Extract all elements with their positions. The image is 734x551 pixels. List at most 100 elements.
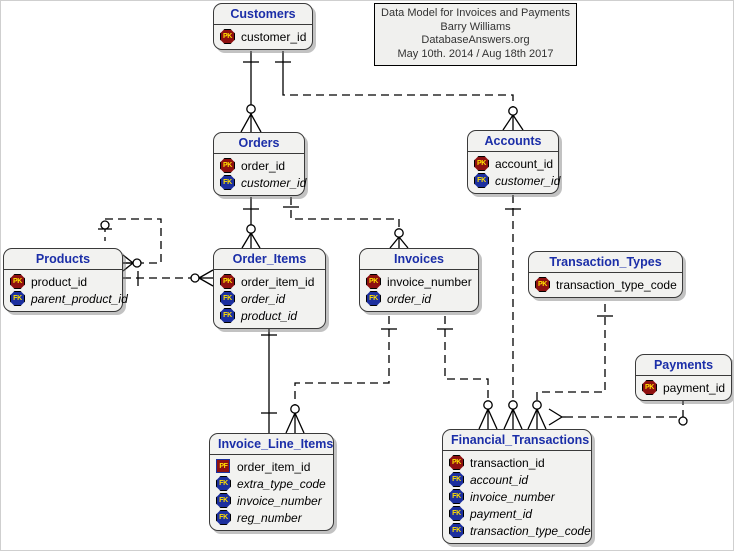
fk-key-icon: FK bbox=[474, 173, 489, 188]
fk-key-icon: FK bbox=[449, 523, 464, 538]
attribute-row[interactable]: FK extra_type_code bbox=[216, 475, 326, 492]
pf-key-icon: PF bbox=[216, 459, 231, 474]
rel-orders-invoices bbox=[283, 197, 409, 249]
attribute-row[interactable]: FK parent_product_id bbox=[10, 290, 128, 307]
entity-orders[interactable]: Orders PK order_id FK customer_id bbox=[213, 132, 306, 196]
attribute-name: reg_number bbox=[237, 510, 302, 525]
attribute-row[interactable]: PK transaction_id bbox=[449, 454, 584, 471]
attribute-row[interactable]: FK customer_id bbox=[220, 174, 306, 191]
fk-key-icon: FK bbox=[366, 291, 381, 306]
entity-customers[interactable]: Customers PK customer_id bbox=[213, 3, 313, 50]
fk-key-icon: FK bbox=[220, 175, 235, 190]
attribute-row[interactable]: PK invoice_number bbox=[366, 273, 472, 290]
attribute-name: product_id bbox=[241, 308, 298, 323]
rel-products-orderitems bbox=[123, 269, 214, 287]
entity-customers-attributes: PK customer_id bbox=[214, 25, 312, 49]
attribute-row[interactable]: FK product_id bbox=[220, 307, 318, 324]
attribute-row[interactable]: PK order_item_id bbox=[220, 273, 318, 290]
attribute-name: order_id bbox=[241, 158, 286, 173]
pk-key-icon: PK bbox=[449, 455, 464, 470]
attribute-row[interactable]: FK payment_id bbox=[449, 505, 584, 522]
entity-payments-title: Payments bbox=[636, 355, 731, 376]
attribute-name: order_id bbox=[387, 291, 432, 306]
attribute-name: extra_type_code bbox=[237, 476, 326, 491]
attribute-row[interactable]: FK order_id bbox=[366, 290, 471, 307]
entity-transaction-types-title: Transaction_Types bbox=[529, 252, 682, 273]
rel-invoices-invoicelineitems bbox=[285, 316, 397, 434]
fk-key-icon: FK bbox=[220, 291, 235, 306]
entity-transaction-types[interactable]: Transaction_Types PK transaction_type_co… bbox=[528, 251, 683, 298]
entity-orders-attributes: PK order_id FK customer_id bbox=[214, 154, 306, 195]
entity-customers-title: Customers bbox=[214, 4, 312, 25]
attribute-row[interactable]: FK account_id bbox=[449, 471, 584, 488]
entity-financial-transactions[interactable]: Financial_Transactions PK transaction_id… bbox=[442, 429, 592, 544]
entity-products-title: Products bbox=[4, 249, 122, 270]
attribute-row[interactable]: PK payment_id bbox=[642, 379, 726, 396]
rel-accounts-financialtransactions bbox=[503, 195, 523, 430]
fk-key-icon: FK bbox=[10, 291, 25, 306]
pk-key-icon: PK bbox=[220, 29, 235, 44]
attribute-row[interactable]: PK product_id bbox=[10, 273, 115, 290]
attribute-row[interactable]: FK transaction_type_code bbox=[449, 522, 591, 539]
rel-invoices-financialtransactions bbox=[437, 316, 498, 430]
title-line-source: DatabaseAnswers.org bbox=[421, 34, 530, 46]
attribute-row[interactable]: FK reg_number bbox=[216, 509, 326, 526]
entity-products[interactable]: Products PK product_id FK parent_product… bbox=[3, 248, 128, 312]
attribute-name: invoice_number bbox=[237, 493, 322, 508]
entity-order-items[interactable]: Order_Items PK order_item_id FK order_id… bbox=[213, 248, 326, 329]
entity-orders-title: Orders bbox=[214, 133, 304, 154]
attribute-row[interactable]: PK customer_id bbox=[220, 28, 306, 45]
attribute-row[interactable]: FK invoice_number bbox=[216, 492, 326, 509]
pk-key-icon: PK bbox=[535, 277, 550, 292]
entity-products-attributes: PK product_id FK parent_product_id bbox=[4, 270, 128, 311]
entity-order-items-attributes: PK order_item_id FK order_id FK product_… bbox=[214, 270, 325, 328]
entity-financial-transactions-attributes: PK transaction_id FK account_id FK invoi… bbox=[443, 451, 591, 543]
attribute-name: customer_id bbox=[495, 173, 561, 188]
rel-orders-orderitems bbox=[241, 197, 261, 249]
entity-invoices-attributes: PK invoice_number FK order_id bbox=[360, 270, 478, 311]
fk-key-icon: FK bbox=[216, 510, 231, 525]
attribute-row[interactable]: FK customer_id bbox=[474, 172, 560, 189]
pk-key-icon: PK bbox=[220, 158, 235, 173]
attribute-name: product_id bbox=[31, 274, 88, 289]
attribute-name: account_id bbox=[495, 156, 554, 171]
entity-invoices[interactable]: Invoices PK invoice_number FK order_id bbox=[359, 248, 479, 312]
attribute-name: transaction_id bbox=[470, 455, 545, 470]
entity-accounts[interactable]: Accounts PK account_id FK customer_id bbox=[467, 130, 560, 194]
fk-key-icon: FK bbox=[449, 489, 464, 504]
entity-accounts-title: Accounts bbox=[468, 131, 558, 152]
pk-key-icon: PK bbox=[642, 380, 657, 395]
attribute-row[interactable]: FK invoice_number bbox=[449, 488, 584, 505]
entity-transaction-types-attributes: PK transaction_type_code bbox=[529, 273, 682, 297]
entity-invoice-line-items[interactable]: Invoice_Line_Items PF order_item_id FK e… bbox=[209, 433, 334, 531]
entity-payments-attributes: PK payment_id bbox=[636, 376, 731, 400]
rel-payments-financialtransactions bbox=[548, 397, 688, 426]
entity-accounts-attributes: PK account_id FK customer_id bbox=[468, 152, 560, 193]
title-line-author: Barry Williams bbox=[440, 20, 511, 33]
entity-invoices-title: Invoices bbox=[360, 249, 478, 270]
entity-invoice-line-items-attributes: PF order_item_id FK extra_type_code FK i… bbox=[210, 455, 333, 530]
attribute-name: order_id bbox=[241, 291, 286, 306]
attribute-name: order_item_id bbox=[241, 274, 315, 289]
rel-orderitems-invoicelineitems bbox=[261, 319, 277, 433]
title-line-1: Data Model for Invoices and Payments bbox=[381, 7, 570, 19]
pk-key-icon: PK bbox=[10, 274, 25, 289]
entity-invoice-line-items-title: Invoice_Line_Items bbox=[210, 434, 333, 455]
pk-key-icon: PK bbox=[220, 274, 235, 289]
attribute-row[interactable]: PK transaction_type_code bbox=[535, 276, 677, 293]
attribute-name: payment_id bbox=[470, 506, 533, 521]
attribute-name: payment_id bbox=[663, 380, 726, 395]
fk-key-icon: FK bbox=[216, 493, 231, 508]
fk-key-icon: FK bbox=[449, 506, 464, 521]
attribute-row[interactable]: PK account_id bbox=[474, 155, 554, 172]
attribute-name: account_id bbox=[470, 472, 529, 487]
attribute-row[interactable]: PK order_id bbox=[220, 157, 297, 174]
attribute-name: order_item_id bbox=[237, 459, 311, 474]
title-line-date: May 10th. 2014 / Aug 18th 2017 bbox=[397, 47, 554, 60]
fk-key-icon: FK bbox=[449, 472, 464, 487]
attribute-row[interactable]: FK order_id bbox=[220, 290, 318, 307]
entity-payments[interactable]: Payments PK payment_id bbox=[635, 354, 732, 401]
rel-transactiontypes-financialtransactions bbox=[527, 304, 613, 430]
pk-key-icon: PK bbox=[474, 156, 489, 171]
attribute-row[interactable]: PF order_item_id bbox=[216, 458, 326, 475]
